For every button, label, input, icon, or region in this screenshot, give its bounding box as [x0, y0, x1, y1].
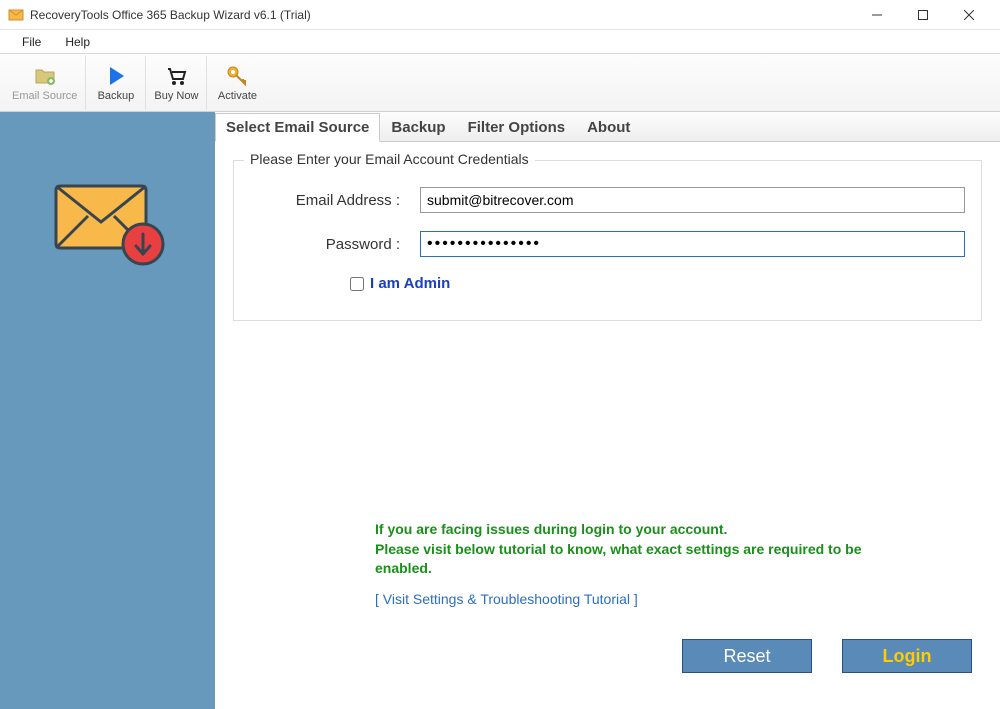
tabs: Select Email Source Backup Filter Option…: [215, 112, 1000, 142]
toolbar-email-source-label: Email Source: [12, 90, 77, 102]
menu-help[interactable]: Help: [53, 32, 102, 52]
sidebar: [0, 112, 215, 709]
admin-label[interactable]: I am Admin: [370, 275, 450, 292]
email-label: Email Address :: [250, 192, 400, 209]
email-input[interactable]: [420, 187, 965, 213]
reset-button[interactable]: Reset: [682, 639, 812, 673]
help-text-line1: If you are facing issues during login to…: [375, 520, 915, 540]
password-label: Password :: [250, 236, 400, 253]
play-icon: [104, 64, 128, 88]
tutorial-link[interactable]: [ Visit Settings & Troubleshooting Tutor…: [375, 591, 638, 607]
folder-icon: [33, 64, 57, 88]
toolbar-buy-now[interactable]: Buy Now: [146, 56, 207, 110]
maximize-button[interactable]: [900, 0, 946, 30]
window-title: RecoveryTools Office 365 Backup Wizard v…: [30, 8, 854, 22]
tab-about[interactable]: About: [576, 113, 641, 141]
admin-checkbox[interactable]: [350, 277, 364, 291]
credentials-group: Please Enter your Email Account Credenti…: [233, 160, 982, 321]
title-bar: RecoveryTools Office 365 Backup Wizard v…: [0, 0, 1000, 30]
minimize-button[interactable]: [854, 0, 900, 30]
tab-select-email-source[interactable]: Select Email Source: [215, 113, 380, 142]
credentials-legend: Please Enter your Email Account Credenti…: [244, 151, 535, 167]
menu-file[interactable]: File: [10, 32, 53, 52]
tab-backup[interactable]: Backup: [380, 113, 456, 141]
cart-icon: [164, 64, 188, 88]
help-block: If you are facing issues during login to…: [375, 520, 915, 609]
password-input[interactable]: [420, 231, 965, 257]
help-text-line2: Please visit below tutorial to know, wha…: [375, 540, 915, 579]
login-button[interactable]: Login: [842, 639, 972, 673]
key-icon: [225, 64, 249, 88]
toolbar-activate[interactable]: Activate: [207, 56, 267, 110]
tab-filter-options[interactable]: Filter Options: [457, 113, 577, 141]
toolbar-activate-label: Activate: [218, 90, 257, 102]
toolbar-buy-now-label: Buy Now: [154, 90, 198, 102]
tab-content: Please Enter your Email Account Credenti…: [215, 142, 1000, 709]
content-area: Select Email Source Backup Filter Option…: [215, 112, 1000, 709]
toolbar-backup-label: Backup: [98, 90, 135, 102]
toolbar-backup[interactable]: Backup: [86, 56, 146, 110]
menu-bar: File Help: [0, 30, 1000, 54]
app-icon: [8, 7, 24, 23]
toolbar: Email Source Backup Buy Now Activate: [0, 54, 1000, 112]
close-button[interactable]: [946, 0, 992, 30]
envelope-download-icon: [48, 172, 168, 277]
toolbar-email-source[interactable]: Email Source: [4, 56, 86, 110]
